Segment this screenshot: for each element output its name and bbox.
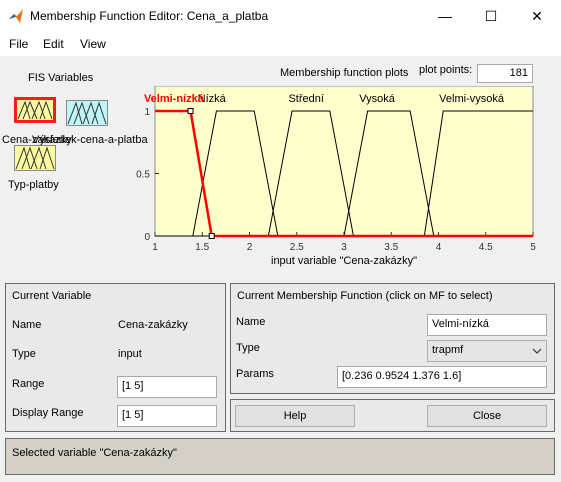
status-text: Selected variable "Cena-zakázky" <box>12 447 177 459</box>
y-tick-label: 0.5 <box>136 170 150 181</box>
mf-name-input[interactable]: Velmi-nízká <box>427 314 547 336</box>
cv-name-value: Cena-zakázky <box>118 319 188 331</box>
plot-points-label: plot points: <box>419 64 473 76</box>
cv-display-range-input[interactable]: [1 5] <box>117 405 217 427</box>
close-button[interactable]: Close <box>427 405 547 427</box>
matlab-icon <box>9 9 23 23</box>
mf-handle <box>187 108 194 114</box>
membership-function-chart[interactable]: 1 1.5 2 2.5 3 3.5 4 4.5 5 0 0.5 1 input variable "Ce… <box>130 86 550 276</box>
x-tick-label: 5 <box>530 242 536 253</box>
minimize-button[interactable]: — <box>422 0 468 32</box>
maximize-button[interactable]: ☐ <box>468 0 514 32</box>
x-axis-label: input variable "Cena-zakázky" <box>271 255 417 267</box>
mf-glyph-icon <box>67 101 107 125</box>
mf-label-4: Vysoká <box>359 93 396 105</box>
current-variable-title: Current Variable <box>12 290 92 302</box>
cv-range-label: Range <box>12 378 45 390</box>
mf-type-select[interactable]: trapmf <box>427 340 547 362</box>
mf-name-label: Name <box>236 316 266 328</box>
x-tick-label: 3.5 <box>384 242 398 253</box>
title-bar: Membership Function Editor: Cena_a_platb… <box>0 0 561 32</box>
x-tick-label: 4 <box>436 242 442 253</box>
fis-variables-title: FIS Variables <box>28 72 94 84</box>
current-mf-title: Current Membership Function (click on MF… <box>237 290 493 302</box>
mf-glyph-icon <box>17 100 53 120</box>
plot-points-input[interactable]: 181 <box>477 64 533 83</box>
cv-type-value: input <box>118 348 142 360</box>
mf-params-label: Params <box>236 368 274 380</box>
x-tick-label: 1 <box>152 242 158 253</box>
y-tick-label: 1 <box>144 107 150 118</box>
mf-label-5: Velmi-vysoká <box>439 93 505 105</box>
x-tick-label: 1.5 <box>195 242 209 253</box>
close-window-button[interactable]: ✕ <box>514 0 560 32</box>
x-tick-label: 2 <box>247 242 253 253</box>
mf-params-input[interactable]: [0.236 0.9524 1.376 1.6] <box>337 366 547 388</box>
input-variable-cena[interactable] <box>14 97 56 123</box>
input-variable-typ-label: Typ-platby <box>8 179 59 191</box>
plot-title: Membership function plots <box>280 67 409 79</box>
menu-bar: File Edit View <box>0 32 561 56</box>
chevron-down-icon <box>532 348 542 354</box>
x-tick-label: 2.5 <box>290 242 304 253</box>
cv-name-label: Name <box>12 319 42 331</box>
cv-range-input[interactable]: [1 5] <box>117 376 217 398</box>
plot-area <box>154 86 534 237</box>
y-tick-label: 0 <box>144 232 150 243</box>
menu-file[interactable]: File <box>9 37 28 51</box>
mf-type-value: trapmf <box>432 344 464 356</box>
menu-edit[interactable]: Edit <box>43 37 64 51</box>
x-tick-label: 4.5 <box>479 242 493 253</box>
output-variable-vysledek[interactable] <box>66 100 108 126</box>
x-tick-label: 3 <box>341 242 347 253</box>
help-button[interactable]: Help <box>235 405 355 427</box>
mf-handle <box>208 233 215 239</box>
menu-view[interactable]: View <box>80 37 106 51</box>
mf-glyph-icon <box>15 146 55 170</box>
cv-type-label: Type <box>12 348 36 360</box>
mf-label-1: Velmi-nízká <box>144 93 205 105</box>
mf-type-label: Type <box>236 342 260 354</box>
input-variable-typ[interactable] <box>14 145 56 171</box>
cv-display-range-label: Display Range <box>12 407 84 419</box>
mf-label-3: Střední <box>288 93 323 105</box>
window-title: Membership Function Editor: Cena_a_platb… <box>30 9 269 23</box>
